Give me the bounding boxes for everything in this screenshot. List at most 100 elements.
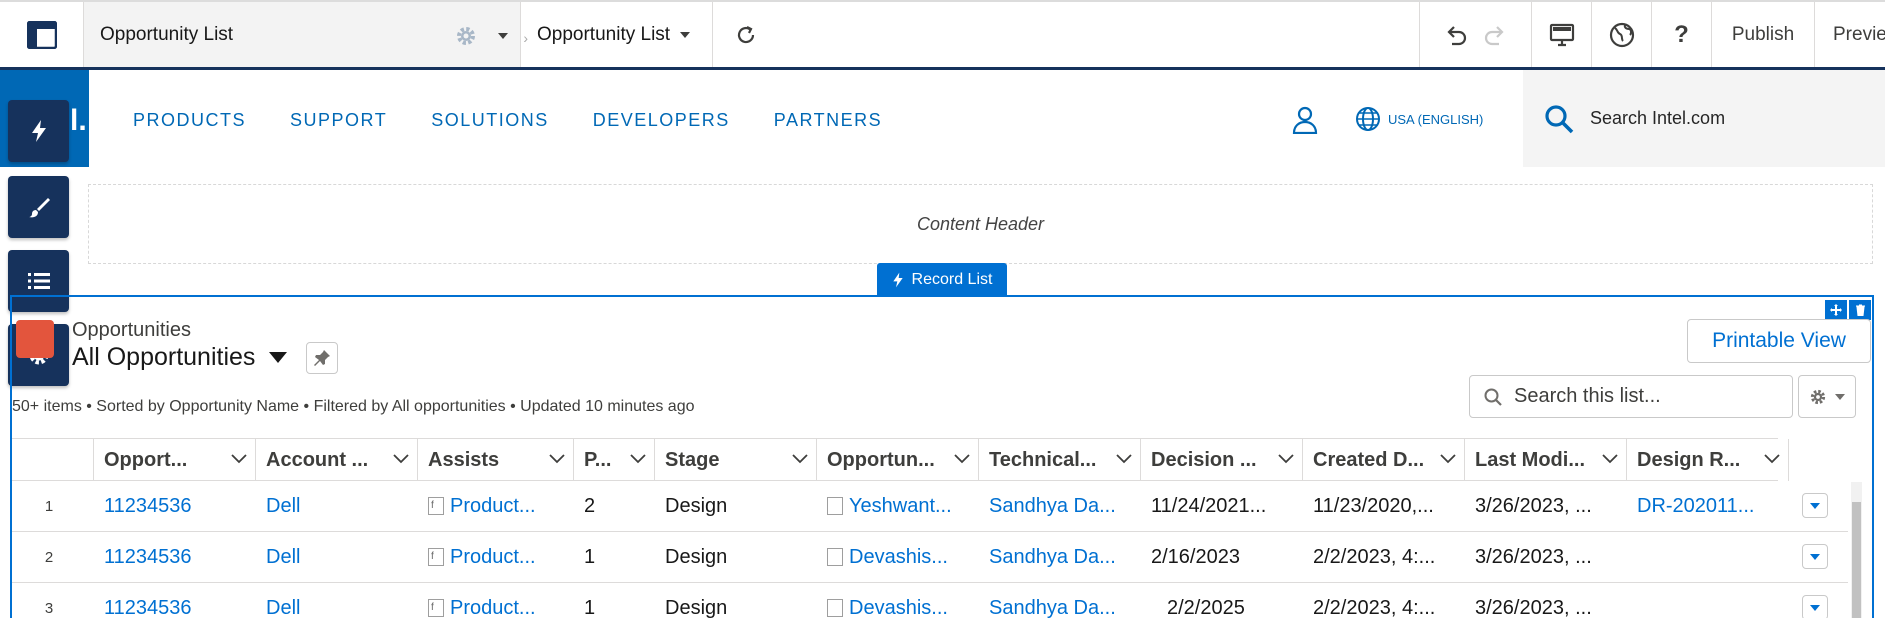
chevron-down-icon[interactable] xyxy=(630,454,646,464)
help-button[interactable]: ? xyxy=(1652,2,1712,67)
column-header-label: P... xyxy=(584,448,612,471)
chevron-down-icon[interactable] xyxy=(1602,454,1618,464)
trash-icon xyxy=(1855,304,1865,316)
device-preview-button[interactable] xyxy=(1532,2,1592,67)
refresh-button[interactable] xyxy=(713,2,779,67)
list-search-input[interactable] xyxy=(1514,385,1784,408)
account-link[interactable]: Dell xyxy=(256,583,418,618)
opportunity-link[interactable]: 11234536 xyxy=(94,481,256,531)
pin-list-button[interactable] xyxy=(306,342,338,374)
globe-icon[interactable] xyxy=(1355,106,1381,132)
content-header-region[interactable]: Content Header xyxy=(88,184,1873,264)
scrollbar-thumb[interactable] xyxy=(1852,502,1861,618)
history-controls xyxy=(1420,2,1532,67)
assists-text: Product... xyxy=(450,596,536,618)
publish-button[interactable]: Publish xyxy=(1712,2,1815,67)
column-header[interactable]: Stage xyxy=(655,439,817,481)
list-settings-button[interactable] xyxy=(1798,375,1856,418)
owner-text: Devashis... xyxy=(849,596,948,618)
undo-icon[interactable] xyxy=(1444,24,1468,46)
design-review-link[interactable]: DR-202011... xyxy=(1627,481,1789,531)
assists-link[interactable]: f Product... xyxy=(418,481,574,531)
column-header[interactable]: Decision ... xyxy=(1141,439,1303,481)
technical-link[interactable]: Sandhya Da... xyxy=(979,481,1141,531)
column-header[interactable]: Design R... xyxy=(1627,439,1789,481)
opportunity-link[interactable]: 11234536 xyxy=(94,532,256,582)
row-action-button[interactable] xyxy=(1802,544,1828,569)
list-metadata: 50+ items • Sorted by Opportunity Name •… xyxy=(12,398,695,415)
column-header[interactable]: P... xyxy=(574,439,655,481)
theme-tool-button[interactable] xyxy=(8,176,69,238)
row-number: 3 xyxy=(44,599,54,617)
column-header[interactable]: Opport... xyxy=(94,439,256,481)
chevron-down-icon[interactable] xyxy=(954,454,970,464)
app-menu-button[interactable] xyxy=(0,2,84,67)
chevron-down-icon[interactable] xyxy=(1440,454,1456,464)
chevron-down-icon xyxy=(269,352,288,363)
nav-developers[interactable]: DEVELOPERS xyxy=(593,110,730,131)
account-link[interactable]: Dell xyxy=(256,481,418,531)
delete-component-button[interactable] xyxy=(1849,300,1871,320)
column-header[interactable]: Account ... xyxy=(256,439,418,481)
column-header-label: Opport... xyxy=(104,448,188,471)
user-icon[interactable] xyxy=(1292,106,1318,134)
column-header[interactable]: Assists xyxy=(418,439,574,481)
gear-icon[interactable] xyxy=(454,24,478,48)
column-header[interactable]: Last Modi... xyxy=(1465,439,1627,481)
column-header[interactable]: Created D... xyxy=(1303,439,1465,481)
technical-link[interactable]: Sandhya Da... xyxy=(979,532,1141,582)
page-selector[interactable]: Opportunity List xyxy=(521,2,713,67)
broken-image-icon: f xyxy=(428,548,444,566)
technical-link[interactable]: Sandhya Da... xyxy=(979,583,1141,618)
cell-value: 2 xyxy=(584,494,596,517)
row-number: 1 xyxy=(44,497,54,515)
nav-partners[interactable]: PARTNERS xyxy=(774,110,882,131)
page-name-field[interactable]: Opportunity List › xyxy=(84,2,528,67)
chevron-down-icon[interactable] xyxy=(1116,454,1132,464)
stage-value: Design xyxy=(665,494,728,517)
chevron-down-icon[interactable] xyxy=(792,454,808,464)
table-row: 2 11234536 Dell f Product... 1 Design Dev… xyxy=(12,532,1848,583)
row-action-button[interactable] xyxy=(1802,493,1828,518)
chevron-down-icon[interactable] xyxy=(498,33,508,39)
components-tool-button[interactable] xyxy=(8,100,69,162)
owner-text: Yeshwant... xyxy=(849,494,952,517)
column-header[interactable]: Opportun... xyxy=(817,439,979,481)
site-search-input[interactable] xyxy=(1590,108,1870,129)
owner-link[interactable]: Yeshwant... xyxy=(817,481,979,531)
column-header-label: Created D... xyxy=(1313,448,1425,471)
assists-link[interactable]: f Product... xyxy=(418,532,574,582)
move-component-button[interactable] xyxy=(1825,300,1847,320)
design-review-link[interactable] xyxy=(1627,532,1789,582)
printable-view-button[interactable]: Printable View xyxy=(1687,319,1871,363)
opportunity-link[interactable]: 11234536 xyxy=(94,583,256,618)
preview-button[interactable]: Preview xyxy=(1815,2,1885,67)
nav-solutions[interactable]: SOLUTIONS xyxy=(431,110,549,131)
nav-support[interactable]: SUPPORT xyxy=(290,110,387,131)
owner-link[interactable]: Devashis... xyxy=(817,532,979,582)
record-list-tab[interactable]: Record List xyxy=(877,263,1007,296)
assists-link[interactable]: f Product... xyxy=(418,583,574,618)
chevron-down-icon[interactable] xyxy=(549,454,565,464)
chevron-down-icon[interactable] xyxy=(393,454,409,464)
list-search[interactable] xyxy=(1469,375,1793,418)
language-button[interactable] xyxy=(1592,2,1652,67)
language-selector[interactable]: USA (ENGLISH) xyxy=(1388,112,1483,127)
move-icon xyxy=(1830,304,1842,316)
chevron-down-icon[interactable] xyxy=(1278,454,1294,464)
chevron-down-icon[interactable] xyxy=(1764,454,1780,464)
table-scrollbar[interactable] xyxy=(1851,482,1862,618)
search-icon xyxy=(1545,104,1574,133)
design-review-link[interactable] xyxy=(1627,583,1789,618)
row-action-button[interactable] xyxy=(1802,595,1828,618)
account-link[interactable]: Dell xyxy=(256,532,418,582)
column-header[interactable]: Technical... xyxy=(979,439,1141,481)
chevron-down-icon[interactable] xyxy=(231,454,247,464)
site-search[interactable] xyxy=(1523,70,1885,167)
list-view-selector[interactable]: All Opportunities xyxy=(72,343,288,372)
column-header-label: Assists xyxy=(428,448,500,471)
created-date: 2/2/2023, 4:... xyxy=(1313,596,1436,618)
owner-link[interactable]: Devashis... xyxy=(817,583,979,618)
redo-icon[interactable] xyxy=(1483,24,1507,46)
nav-products[interactable]: PRODUCTS xyxy=(133,110,246,131)
